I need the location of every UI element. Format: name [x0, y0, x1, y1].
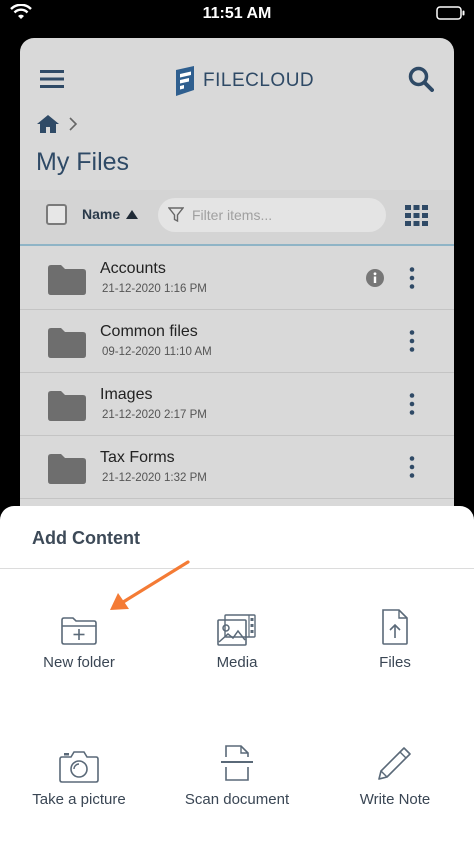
file-name: Tax Forms: [100, 449, 175, 466]
option-label: Scan document: [184, 791, 290, 808]
file-row-common-files[interactable]: Common files 09-12-2020 11:10 AM: [20, 310, 454, 373]
camera-icon: [59, 751, 99, 783]
file-date: 21-12-2020 2:17 PM: [102, 409, 207, 421]
sort-by-name-button[interactable]: Name: [82, 206, 139, 222]
file-date: 09-12-2020 11:10 AM: [102, 346, 212, 358]
info-icon[interactable]: [366, 269, 384, 287]
option-label: Write Note: [359, 791, 431, 808]
folder-icon: [48, 391, 86, 421]
file-browser-screen: FILECLOUD My Files Name Filter items... …: [20, 38, 454, 538]
annotation-arrow-icon: [110, 560, 190, 610]
filecloud-logo-icon: [176, 66, 194, 96]
search-icon[interactable]: [408, 66, 434, 92]
file-row-images[interactable]: Images 21-12-2020 2:17 PM: [20, 373, 454, 436]
file-date: 21-12-2020 1:16 PM: [102, 283, 207, 295]
home-icon[interactable]: [36, 114, 60, 134]
add-content-sheet: Add Content New folder Media Files Take …: [0, 506, 474, 842]
logo-text: FILECLOUD: [203, 70, 315, 91]
breadcrumb: [36, 114, 78, 134]
more-options-icon[interactable]: [405, 392, 419, 416]
sort-ascending-icon: [126, 209, 139, 219]
file-name: Accounts: [100, 260, 166, 277]
battery-icon: [436, 6, 465, 20]
status-bar: 11:51 AM: [0, 0, 474, 28]
take-picture-button[interactable]: Take a picture: [0, 733, 158, 808]
more-options-icon[interactable]: [405, 266, 419, 290]
select-all-checkbox[interactable]: [46, 204, 67, 225]
file-date: 21-12-2020 1:32 PM: [102, 472, 207, 484]
option-label: Media: [216, 654, 258, 671]
folder-icon: [48, 265, 86, 295]
file-name: Images: [100, 386, 153, 403]
files-button[interactable]: Files: [316, 596, 474, 671]
file-upload-icon: [382, 609, 408, 645]
file-row-accounts[interactable]: Accounts 21-12-2020 1:16 PM: [20, 247, 454, 310]
folder-icon: [48, 454, 86, 484]
chevron-right-icon: [69, 117, 78, 131]
status-time: 11:51 AM: [202, 5, 272, 22]
filter-icon: [168, 207, 184, 223]
filter-input[interactable]: [192, 207, 372, 223]
hamburger-menu-icon[interactable]: [40, 68, 64, 90]
media-icon: [217, 614, 256, 646]
option-label: Files: [379, 654, 411, 671]
filter-box: [158, 198, 386, 232]
folder-plus-icon: [61, 617, 97, 645]
sheet-title: Add Content: [32, 528, 140, 548]
sort-label: Name: [82, 206, 121, 222]
scan-icon: [221, 745, 253, 781]
option-label: New folder: [43, 654, 115, 671]
more-options-icon[interactable]: [405, 455, 419, 479]
more-options-icon[interactable]: [405, 329, 419, 353]
list-toolbar: Name: [20, 190, 454, 246]
write-note-button[interactable]: Write Note: [316, 733, 474, 808]
option-label: Take a picture: [32, 791, 126, 808]
scan-document-button[interactable]: Scan document: [158, 733, 316, 808]
grid-view-icon[interactable]: [405, 205, 428, 226]
file-name: Common files: [100, 323, 198, 340]
file-row-tax-forms[interactable]: Tax Forms 21-12-2020 1:32 PM: [20, 436, 454, 499]
sheet-header: Add Content: [0, 506, 474, 569]
filecloud-logo: FILECLOUD: [174, 66, 314, 96]
page-title: My Files: [36, 148, 130, 176]
pencil-icon: [378, 747, 411, 780]
folder-icon: [48, 328, 86, 358]
